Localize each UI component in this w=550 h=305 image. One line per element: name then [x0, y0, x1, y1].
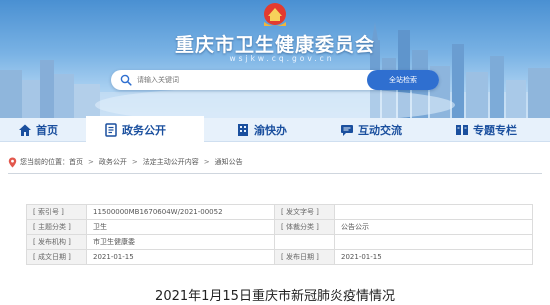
meta-value-publisher: 市卫生健康委: [86, 234, 275, 250]
emblem-logo: [264, 3, 286, 26]
table-row: [ 发布机构 ] 市卫生健康委: [26, 234, 533, 250]
article-title: 2021年1月15日重庆市新冠肺炎疫情情况: [155, 289, 395, 304]
table-row: [ 索引号 ] 11500000MB1670604W/2021-00052 [ …: [26, 204, 533, 220]
meta-key-genre-category: [ 体裁分类 ]: [274, 219, 335, 235]
nav-item-label: 政务公开: [122, 124, 166, 137]
breadcrumb-government-affairs[interactable]: 政务公开: [99, 157, 127, 167]
nav-item-yukuaiban[interactable]: 渝快办: [236, 118, 287, 142]
search-input[interactable]: [137, 73, 367, 87]
document-meta-table: [ 索引号 ] 11500000MB1670604W/2021-00052 [ …: [26, 204, 533, 265]
meta-key-written-date: [ 成文日期 ]: [26, 249, 87, 265]
chat-icon: [341, 125, 353, 136]
nav-item-label: 首页: [36, 124, 58, 137]
breadcrumb-separator: >: [131, 158, 138, 166]
breadcrumb-statutory-disclosure[interactable]: 法定主动公开内容: [143, 157, 199, 167]
meta-key-publisher: [ 发布机构 ]: [26, 234, 87, 250]
home-icon: [19, 124, 31, 136]
site-domain: wsjkw.cq.gov.cn: [229, 54, 335, 63]
meta-key-document-number: [ 发文字号 ]: [274, 204, 335, 220]
table-row: [ 主题分类 ] 卫生 [ 体裁分类 ] 公告公示: [26, 219, 533, 235]
meta-empty-cell: [334, 234, 533, 250]
meta-value-topic-category: 卫生: [86, 219, 275, 235]
nav-item-label: 渝快办: [254, 124, 287, 137]
nav-item-home[interactable]: 首页: [18, 118, 58, 142]
meta-key-topic-category: [ 主题分类 ]: [26, 219, 87, 235]
columns-icon: [456, 125, 468, 135]
breadcrumb: 您当前的位置： 首页 > 政务公开 > 法定主动公开内容 > 通知公告: [8, 156, 243, 168]
nav-item-interaction[interactable]: 互动交流: [340, 118, 402, 142]
nav-item-special-topics[interactable]: 专题专栏: [455, 118, 517, 142]
meta-value-index-number: 11500000MB1670604W/2021-00052: [86, 204, 275, 220]
breadcrumb-separator: >: [203, 158, 210, 166]
meta-key-index-number: [ 索引号 ]: [26, 204, 87, 220]
header-banner: 重庆市卫生健康委员会 wsjkw.cq.gov.cn 全站检索: [0, 0, 550, 118]
meta-value-publish-date: 2021-01-15: [334, 249, 533, 265]
building-icon: [238, 124, 248, 136]
breadcrumb-separator: >: [88, 158, 94, 166]
breadcrumb-home[interactable]: 首页: [69, 157, 83, 167]
nav-item-government-affairs[interactable]: 政务公开: [86, 116, 204, 142]
breadcrumb-notices[interactable]: 通知公告: [215, 157, 243, 167]
meta-value-document-number: [334, 204, 533, 220]
meta-empty-cell: [274, 234, 335, 250]
document-icon: [105, 123, 117, 137]
location-pin-icon: [8, 157, 17, 167]
nav-item-label: 互动交流: [358, 124, 402, 137]
meta-value-written-date: 2021-01-15: [86, 249, 275, 265]
breadcrumb-divider: [8, 173, 542, 174]
table-row: [ 成文日期 ] 2021-01-15 [ 发布日期 ] 2021-01-15: [26, 249, 533, 265]
meta-value-genre-category: 公告公示: [334, 219, 533, 235]
breadcrumb-prefix: 您当前的位置：: [20, 158, 69, 166]
meta-key-publish-date: [ 发布日期 ]: [274, 249, 335, 265]
main-nav: 首页 政务公开 渝快办 互动交流 专题专栏: [0, 116, 550, 142]
site-search-button[interactable]: 全站检索: [367, 70, 439, 90]
search-bar: 全站检索: [111, 70, 439, 90]
site-title: 重庆市卫生健康委员会: [174, 34, 375, 56]
search-icon: [120, 74, 132, 86]
nav-item-label: 专题专栏: [473, 124, 517, 137]
